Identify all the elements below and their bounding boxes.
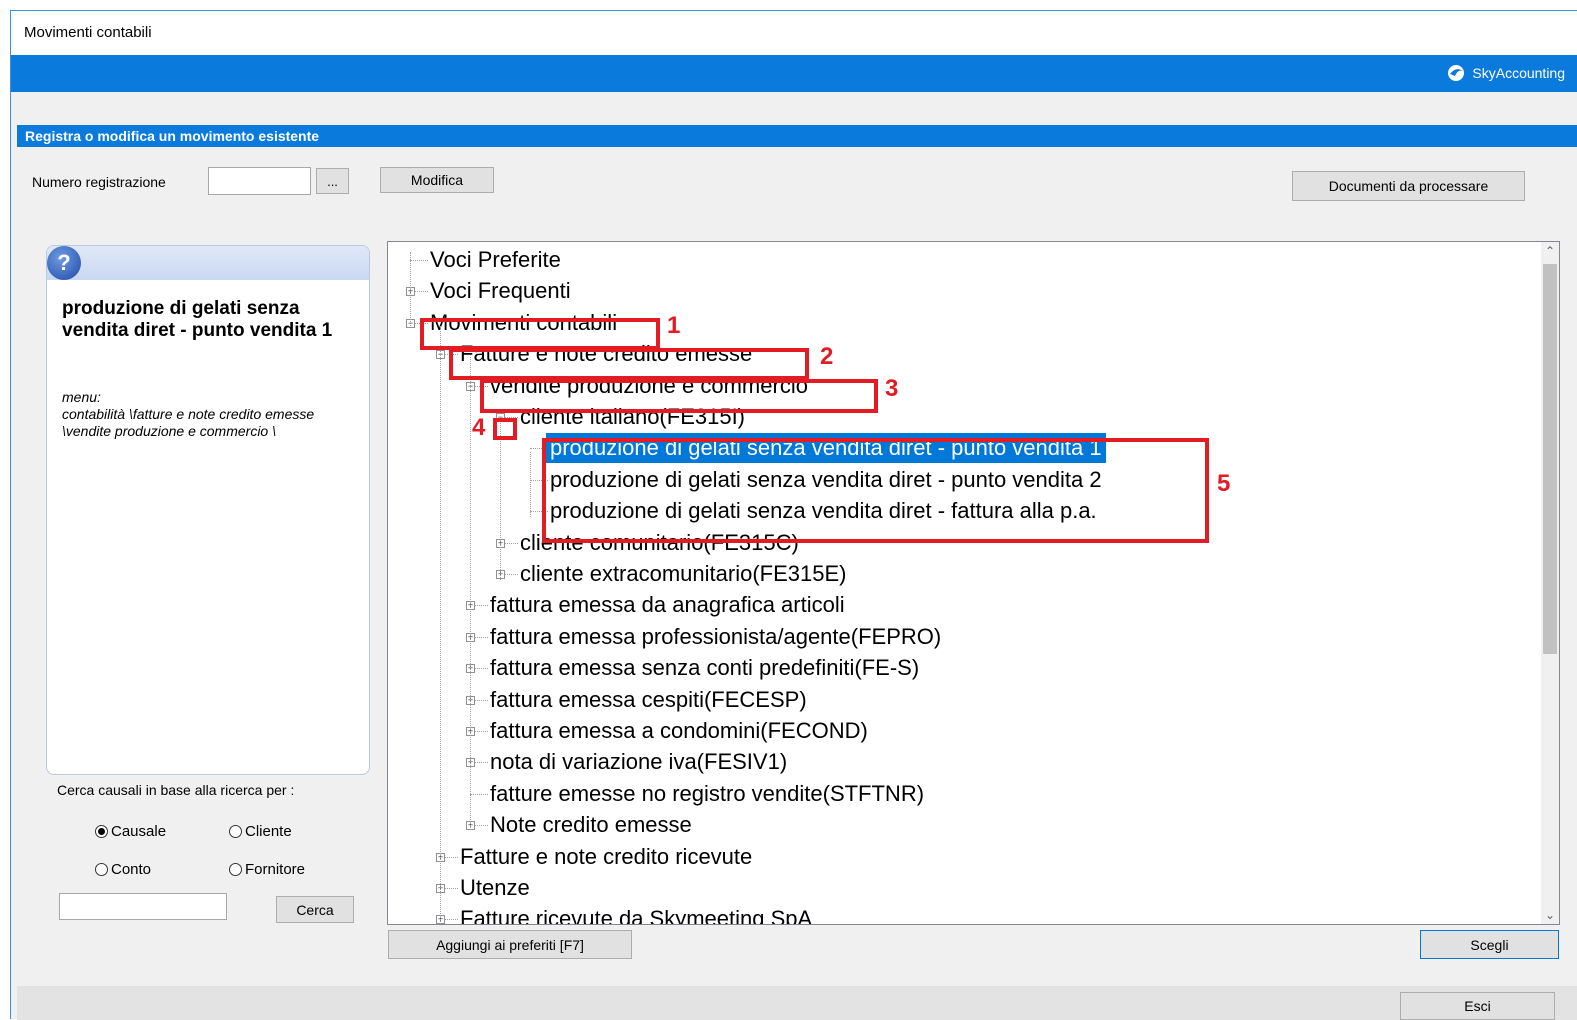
tree-node[interactable]: Fatture ricevute da Skymeeting SpA bbox=[460, 904, 812, 924]
tree-node[interactable]: nota di variazione iva(FESIV1) bbox=[490, 747, 787, 777]
tree-connector-line bbox=[475, 636, 488, 638]
modifica-button[interactable]: Modifica bbox=[380, 167, 494, 193]
tree-node[interactable]: fatture emesse no registro vendite(STFTN… bbox=[490, 779, 924, 809]
skyaccounting-logo-icon bbox=[1448, 65, 1465, 81]
tree-connector-line bbox=[475, 762, 488, 764]
annotation-number: 5 bbox=[1217, 470, 1231, 497]
tree-node[interactable]: Utenze bbox=[460, 873, 530, 903]
annotation-box bbox=[420, 318, 660, 350]
tree-connector-line bbox=[505, 574, 518, 575]
tree-connector-line bbox=[470, 793, 488, 795]
search-input[interactable] bbox=[59, 893, 227, 920]
tree-node[interactable]: cliente extracomunitario(FE315E) bbox=[520, 559, 846, 589]
documenti-da-processare-button[interactable]: Documenti da processare bbox=[1292, 171, 1525, 201]
cerca-button[interactable]: Cerca bbox=[276, 896, 354, 923]
annotation-box bbox=[480, 379, 878, 413]
tree-connector-line bbox=[505, 542, 518, 544]
tree-node[interactable]: fattura emessa a condomini(FECOND) bbox=[490, 716, 868, 746]
tree-node[interactable]: fattura emessa da anagrafica articoli bbox=[490, 590, 845, 620]
tree-connector-line bbox=[530, 452, 531, 517]
esci-button[interactable]: Esci bbox=[1400, 992, 1555, 1020]
tree-connector-line bbox=[415, 291, 428, 293]
help-panel: ? produzione di gelati senza vendita dir… bbox=[46, 245, 370, 775]
tree-connector-line bbox=[445, 919, 458, 921]
radio-conto-circle bbox=[95, 863, 108, 876]
tree-node[interactable]: Voci Preferite bbox=[430, 245, 561, 275]
tree-node[interactable]: Voci Frequenti bbox=[430, 276, 571, 306]
annotation-number: 3 bbox=[885, 375, 899, 402]
brand-name: SkyAccounting bbox=[1472, 65, 1565, 81]
main-window: Movimenti contabili SkyAccounting Regist… bbox=[10, 10, 1577, 1020]
tree-connector-line bbox=[440, 326, 441, 924]
tree-node[interactable]: Fatture e note credito ricevute bbox=[460, 842, 752, 872]
tree-scrollbar[interactable]: ⌃ ⌄ bbox=[1541, 242, 1559, 924]
tree-node[interactable]: fattura emessa senza conti predefiniti(F… bbox=[490, 653, 919, 683]
radio-cliente-label: Cliente bbox=[245, 823, 292, 840]
radio-fornitore[interactable]: Fornitore bbox=[229, 861, 305, 878]
radio-cliente-circle bbox=[229, 825, 242, 838]
radio-conto-label: Conto bbox=[111, 861, 152, 878]
tree-connector-line bbox=[445, 856, 458, 858]
tree-connector-line bbox=[475, 605, 488, 607]
tree-connector-line bbox=[500, 418, 501, 580]
numero-registrazione-label: Numero registrazione bbox=[32, 174, 166, 190]
radio-causale-label: Causale bbox=[111, 823, 167, 840]
causali-tree[interactable]: ⌃ ⌄ Voci Preferite + Voci Frequenti − Movime… bbox=[387, 241, 1560, 925]
radio-conto[interactable]: Conto bbox=[95, 861, 151, 878]
aggiungi-preferiti-button[interactable]: Aggiungi ai preferiti [F7] bbox=[388, 930, 632, 959]
annotation-box bbox=[542, 438, 1209, 543]
window-title: Movimenti contabili bbox=[24, 24, 152, 41]
scroll-down-icon[interactable]: ⌄ bbox=[1541, 906, 1559, 924]
title-bar: Movimenti contabili bbox=[11, 11, 1577, 55]
brand-logo: SkyAccounting bbox=[1446, 64, 1565, 82]
tree-connector-line bbox=[410, 252, 411, 326]
help-title: produzione di gelati senza vendita diret… bbox=[62, 298, 333, 341]
tree-connector-line bbox=[475, 699, 488, 701]
tree-connector-line bbox=[475, 825, 488, 827]
tree-node[interactable]: fattura emessa professionista/agente(FEP… bbox=[490, 622, 941, 652]
annotation-number: 1 bbox=[667, 312, 681, 339]
tree-connector-line bbox=[445, 888, 458, 889]
scroll-up-icon[interactable]: ⌃ bbox=[1541, 242, 1559, 260]
scroll-thumb[interactable] bbox=[1543, 264, 1557, 654]
section-header: Registra o modifica un movimento esisten… bbox=[17, 125, 1577, 147]
tree-connector-line bbox=[410, 260, 428, 261]
tree-connector-line bbox=[475, 668, 488, 670]
question-icon: ? bbox=[47, 246, 81, 280]
radio-fornitore-circle bbox=[229, 863, 242, 876]
bottom-bar bbox=[17, 986, 1577, 1020]
scegli-button[interactable]: Scegli bbox=[1420, 930, 1559, 959]
radio-fornitore-label: Fornitore bbox=[245, 861, 306, 878]
help-header bbox=[47, 246, 369, 280]
numero-registrazione-input[interactable] bbox=[208, 167, 311, 195]
search-label: Cerca causali in base alla ricerca per : bbox=[57, 782, 295, 798]
tree-node[interactable]: Note credito emesse bbox=[490, 810, 692, 840]
annotation-number: 2 bbox=[820, 343, 834, 370]
annotation-box bbox=[449, 348, 809, 380]
tree-connector-line bbox=[475, 731, 488, 732]
help-menu-path: menu: contabilità \fatture e note credit… bbox=[62, 389, 315, 439]
annotation-box bbox=[493, 418, 517, 440]
brand-bar: SkyAccounting bbox=[11, 55, 1577, 92]
radio-causale-circle bbox=[95, 825, 108, 838]
browse-button[interactable]: ... bbox=[316, 168, 349, 194]
tree-node[interactable]: fattura emessa cespiti(FECESP) bbox=[490, 685, 807, 715]
radio-cliente[interactable]: Cliente bbox=[229, 823, 292, 840]
annotation-number: 4 bbox=[472, 414, 486, 441]
tree-connector-line bbox=[470, 357, 471, 830]
radio-causale[interactable]: Causale bbox=[95, 823, 166, 840]
